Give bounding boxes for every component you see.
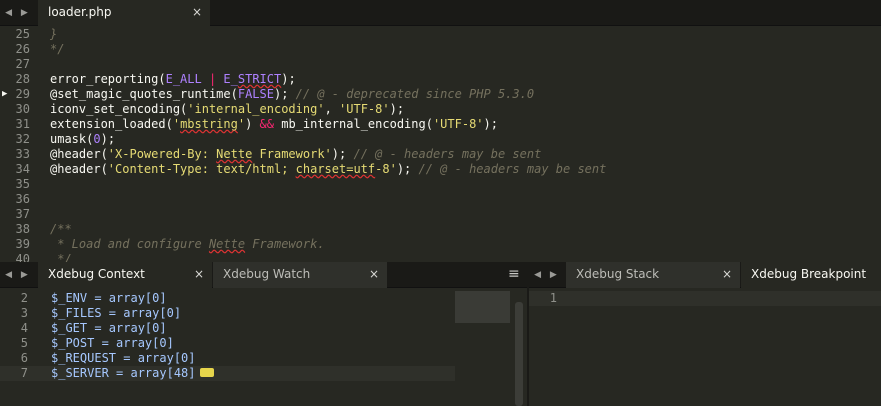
- code-text: @set_magic_quotes_runtime(FALSE); // @ -…: [50, 87, 535, 101]
- line-number: 37: [15, 207, 30, 221]
- line-number: 1: [549, 291, 557, 305]
- code-text: */: [50, 252, 72, 262]
- menu-icon[interactable]: ≡: [508, 262, 520, 287]
- code-line[interactable]: 26 */: [0, 42, 881, 57]
- variable-text: $_POST = array[0]: [51, 336, 174, 350]
- code-line[interactable]: 33 @header('X-Powered-By: Nette Framework…: [0, 147, 881, 162]
- line-number: 2: [20, 291, 28, 305]
- variable-text: $_FILES = array[0]: [51, 306, 182, 320]
- context-variable-row[interactable]: 4 $_GET = array[0]: [0, 321, 455, 336]
- code-line[interactable]: 39 * Load and configure Nette Framework.: [0, 237, 881, 252]
- close-icon[interactable]: ×: [192, 0, 202, 25]
- line-number: 26: [15, 42, 30, 56]
- tab-label: Xdebug Context: [48, 267, 145, 281]
- code-text: /**: [50, 222, 72, 236]
- code-line[interactable]: 38 /**: [0, 222, 881, 237]
- context-variable-row[interactable]: 6 $_REQUEST = array[0]: [0, 351, 455, 366]
- more-icon[interactable]: [199, 368, 214, 377]
- right-panel-tab-bar: ◀ ▶ Xdebug Stack × Xdebug Breakpoint: [529, 262, 881, 288]
- tab-nav-arrows[interactable]: ◀ ▶: [529, 262, 565, 288]
- line-number: 28: [15, 72, 30, 86]
- minimap[interactable]: [455, 291, 510, 323]
- line-number: 39: [15, 237, 30, 251]
- line-number: 25: [15, 27, 30, 41]
- line-number: 6: [20, 351, 28, 365]
- code-text: error_reporting(E_ALL | E_STRICT);: [50, 72, 296, 86]
- tab-xdebug-watch[interactable]: Xdebug Watch ×: [213, 262, 387, 288]
- tab-nav-arrows[interactable]: ◀ ▶: [0, 262, 36, 288]
- line-number: 34: [15, 162, 30, 176]
- code-line[interactable]: 36: [0, 192, 881, 207]
- code-line[interactable]: 37: [0, 207, 881, 222]
- tab-xdebug-breakpoint[interactable]: Xdebug Breakpoint: [741, 262, 881, 288]
- tab-nav-arrows[interactable]: ◀ ▶: [0, 0, 36, 26]
- line-number: 7: [20, 366, 28, 380]
- line-number: 27: [15, 57, 30, 71]
- line-number: 3: [20, 306, 28, 320]
- xdebug-breakpoint-panel[interactable]: 1: [529, 288, 881, 406]
- line-number: 36: [15, 192, 30, 206]
- tab-label: Xdebug Breakpoint: [751, 267, 867, 281]
- code-line[interactable]: 40 */: [0, 252, 881, 262]
- line-number: 40: [15, 252, 30, 262]
- line-number: 29: [15, 87, 30, 101]
- line-number: 32: [15, 132, 30, 146]
- tab-label: Xdebug Stack: [576, 267, 660, 281]
- code-text: umask(0);: [50, 132, 116, 146]
- code-text: */: [50, 42, 65, 56]
- tab-xdebug-stack[interactable]: Xdebug Stack ×: [566, 262, 740, 288]
- code-line[interactable]: ▶ 29 @set_magic_quotes_runtime(FALSE); // …: [0, 87, 881, 102]
- tab-label: Xdebug Watch: [223, 267, 311, 281]
- variable-text: $_ENV = array[0]: [51, 291, 167, 305]
- close-icon[interactable]: ×: [369, 262, 379, 287]
- variable-text: $_REQUEST = array[0]: [51, 351, 196, 365]
- line-number: 33: [15, 147, 30, 161]
- tab-label: loader.php: [48, 5, 112, 19]
- close-icon[interactable]: ×: [722, 262, 732, 287]
- code-line[interactable]: 34 @header('Content-Type: text/html; char…: [0, 162, 881, 177]
- code-line[interactable]: 35: [0, 177, 881, 192]
- code-text: }: [50, 27, 58, 41]
- context-variable-row[interactable]: 3 $_FILES = array[0]: [0, 306, 455, 321]
- context-variable-row[interactable]: 2 $_ENV = array[0]: [0, 291, 455, 306]
- left-panel-tab-bar: ◀ ▶ Xdebug Context × Xdebug Watch × ≡: [0, 262, 527, 288]
- line-number: 31: [15, 117, 30, 131]
- scrollbar[interactable]: [515, 302, 523, 406]
- code-line[interactable]: 25}: [0, 27, 881, 42]
- code-text: @header('Content-Type: text/html; charse…: [50, 162, 607, 176]
- code-line[interactable]: 31 extension_loaded('mbstring') && mb_int…: [0, 117, 881, 132]
- code-line[interactable]: 32 umask(0);: [0, 132, 881, 147]
- code-line[interactable]: 30 iconv_set_encoding('internal_encoding'…: [0, 102, 881, 117]
- variable-text: $_SERVER = array[48]: [51, 366, 214, 381]
- xdebug-context-panel[interactable]: 2 $_ENV = array[0] 3 $_FILES = array[0] 4 $_G…: [0, 288, 527, 406]
- context-variable-row[interactable]: 7 $_SERVER = array[48]: [0, 366, 455, 381]
- line-number: 38: [15, 222, 30, 236]
- context-variable-row[interactable]: 5 $_POST = array[0]: [0, 336, 455, 351]
- line-number: 30: [15, 102, 30, 116]
- code-line[interactable]: 27: [0, 57, 881, 72]
- breakpoint-row[interactable]: 1: [529, 291, 881, 306]
- line-number: 35: [15, 177, 30, 191]
- editor-tab-bar: ◀ ▶ loader.php ×: [0, 0, 881, 26]
- code-text: @header('X-Powered-By: Nette Framework')…: [50, 147, 542, 161]
- code-editor[interactable]: 25} 26 */27 28 error_reporting(E_ALL | E_STR…: [0, 26, 881, 262]
- code-text: * Load and configure Nette Framework.: [50, 237, 325, 251]
- tab-loader-php[interactable]: loader.php ×: [38, 0, 210, 26]
- code-line[interactable]: 28 error_reporting(E_ALL | E_STRICT);: [0, 72, 881, 87]
- code-text: iconv_set_encoding('internal_encoding', …: [50, 102, 405, 116]
- line-number: 4: [20, 321, 28, 335]
- tab-xdebug-context[interactable]: Xdebug Context ×: [38, 262, 212, 288]
- close-icon[interactable]: ×: [194, 262, 204, 287]
- code-text: extension_loaded('mbstring') && mb_inter…: [50, 117, 498, 131]
- variable-text: $_GET = array[0]: [51, 321, 167, 335]
- line-number: 5: [20, 336, 28, 350]
